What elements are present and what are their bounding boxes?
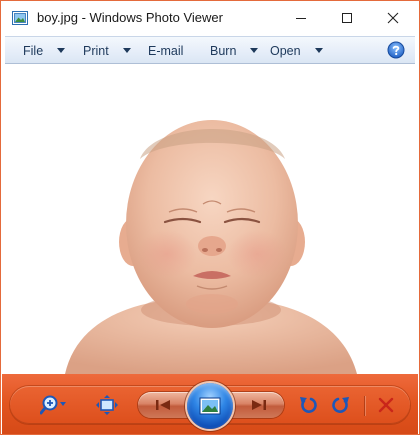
zoom-button[interactable] [38, 393, 72, 417]
menu-email[interactable]: E-mail [148, 37, 183, 64]
minimize-button[interactable] [278, 1, 324, 35]
next-icon [252, 400, 266, 410]
help-button[interactable] [387, 41, 405, 59]
chevron-down-icon [314, 48, 323, 53]
displayed-photo [65, 120, 357, 374]
menu-burn[interactable]: Burn [210, 37, 259, 64]
help-icon [387, 41, 405, 59]
rotate-counterclockwise-button[interactable] [296, 394, 320, 416]
window-title: boy.jpg - Windows Photo Viewer [37, 10, 223, 25]
menu-email-label: E-mail [148, 43, 184, 58]
maximize-icon [342, 13, 352, 23]
delete-button[interactable] [374, 394, 398, 416]
toolbar-separator [364, 396, 365, 416]
actual-size-button[interactable] [95, 394, 119, 416]
previous-button[interactable] [148, 395, 180, 415]
rotate-clockwise-button[interactable] [329, 394, 353, 416]
image-display-area[interactable] [5, 64, 415, 374]
zoom-icon [40, 395, 66, 415]
rotate-counterclockwise-icon [300, 397, 317, 413]
slideshow-button[interactable] [187, 383, 233, 429]
delete-icon [378, 397, 394, 413]
control-bar [2, 374, 418, 434]
menu-file[interactable]: File [23, 37, 66, 64]
menu-open-label: Open [270, 43, 301, 58]
chevron-down-icon [57, 48, 66, 53]
slideshow-icon [199, 397, 221, 415]
menu-bar: File Print E-mail Burn Open [5, 36, 415, 64]
photo-viewer-window: boy.jpg - Windows Photo Viewer File Prin… [0, 0, 420, 435]
maximize-button[interactable] [324, 1, 370, 35]
minimize-icon [296, 18, 306, 19]
previous-icon [156, 400, 170, 410]
close-button[interactable] [370, 1, 416, 35]
menu-file-label: File [23, 43, 44, 58]
menu-print-label: Print [83, 43, 109, 58]
close-icon [387, 12, 399, 24]
next-button[interactable] [242, 395, 274, 415]
title-bar[interactable]: boy.jpg - Windows Photo Viewer [1, 1, 419, 35]
menu-open[interactable]: Open [270, 37, 323, 64]
photo-viewer-app-icon[interactable] [12, 10, 28, 26]
chevron-down-icon [122, 48, 131, 53]
menu-burn-label: Burn [210, 43, 237, 58]
actual-size-icon [96, 395, 118, 415]
menu-print[interactable]: Print [83, 37, 131, 64]
chevron-down-icon [250, 48, 259, 53]
rotate-clockwise-icon [332, 397, 349, 413]
